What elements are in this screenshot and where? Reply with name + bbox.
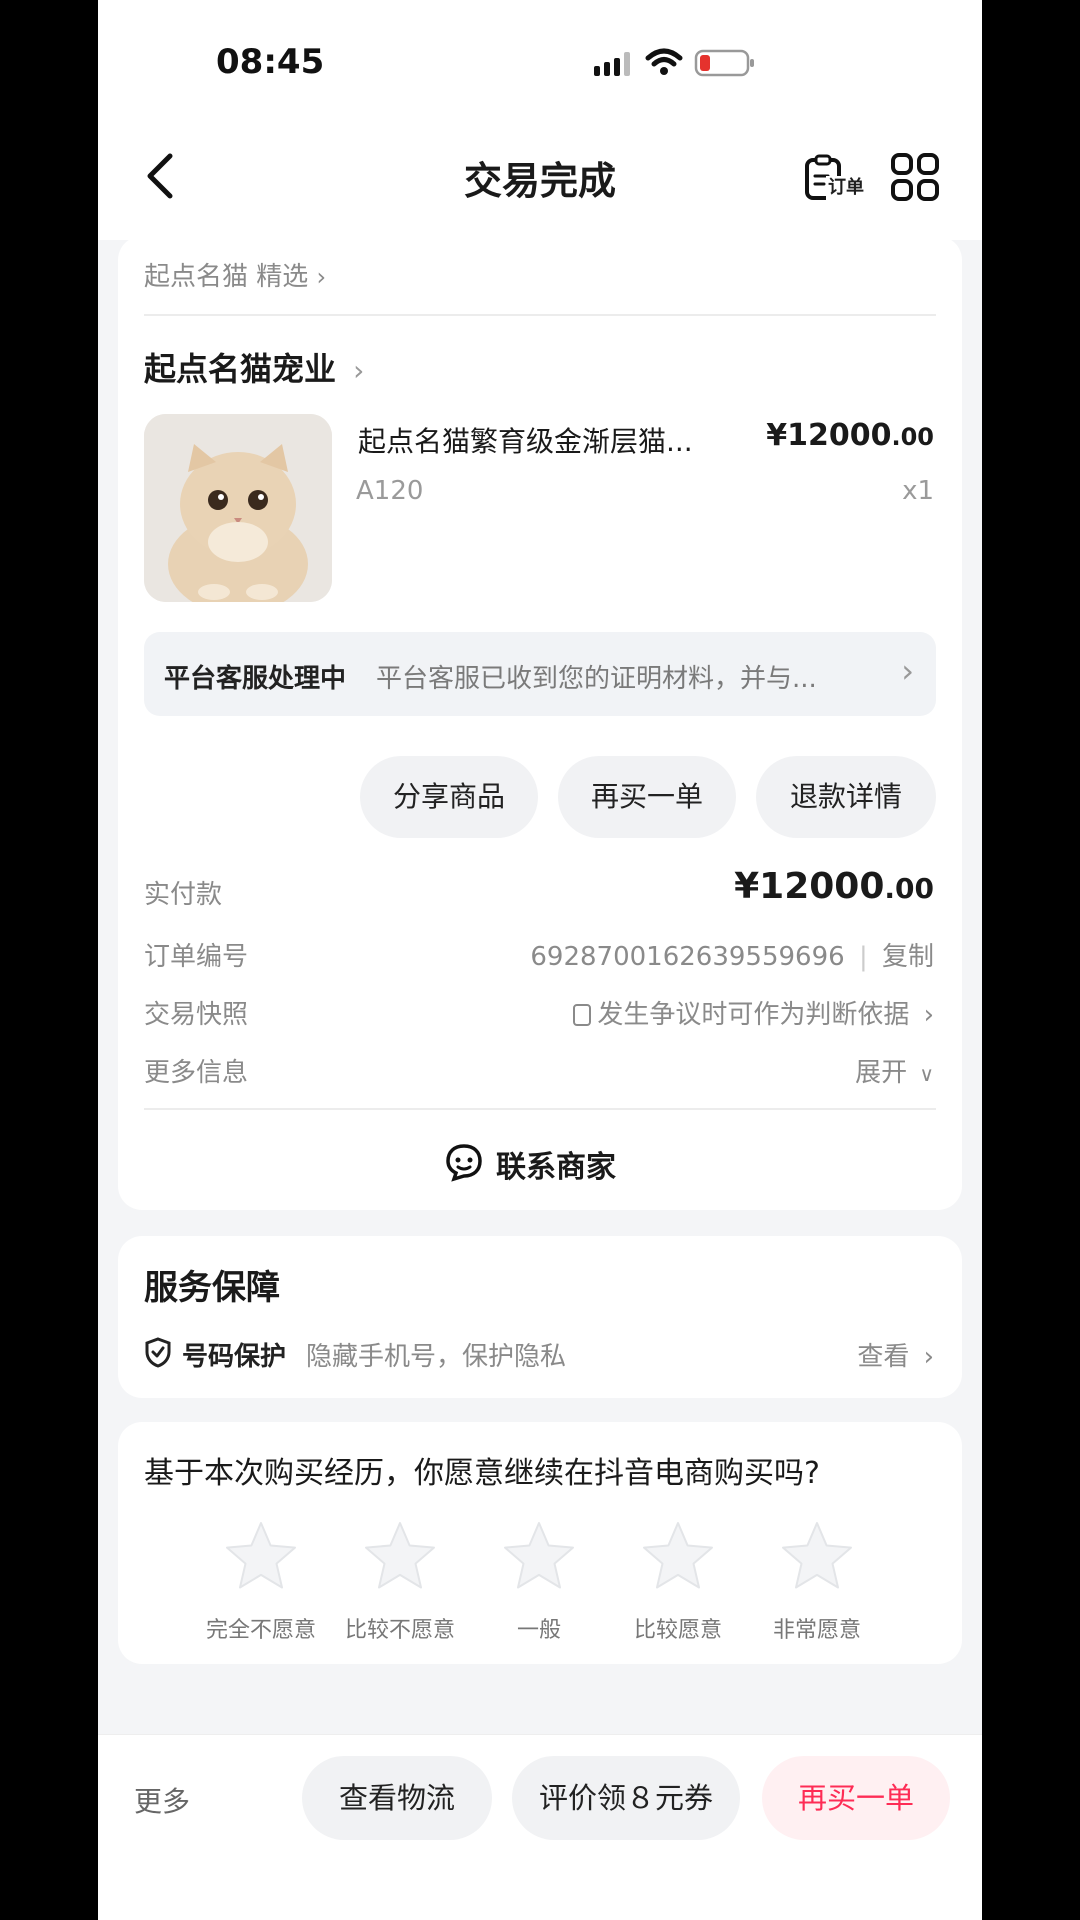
paid-amount-decimal: .00 xyxy=(884,872,934,905)
product-qty: x1 xyxy=(902,476,934,506)
rating-star-3[interactable] xyxy=(500,1518,578,1600)
service-view-label: 查看 xyxy=(857,1342,910,1372)
order-no: 6928700162639559696 xyxy=(530,942,845,972)
grid-icon xyxy=(891,153,939,201)
service-item-desc: 隐藏手机号，保护隐私 xyxy=(306,1342,567,1372)
divider xyxy=(144,314,936,316)
star-icon xyxy=(365,1522,435,1589)
paid-amount-main: ¥12000 xyxy=(734,866,885,907)
chevron-down-icon: ∨ xyxy=(919,1062,934,1086)
expand-label: 展开 xyxy=(855,1058,908,1088)
snapshot-link[interactable]: 发生争议时可作为判断依据 › xyxy=(573,994,934,1031)
battery-icon xyxy=(694,48,758,82)
cat-photo xyxy=(144,414,332,602)
paid-label: 实付款 xyxy=(144,880,223,910)
status-time: 08:45 xyxy=(216,42,325,82)
product-sku-text: A120 xyxy=(356,476,424,506)
separator: | xyxy=(858,942,868,972)
more-info-label: 更多信息 xyxy=(144,1058,249,1088)
expand-button[interactable]: 展开 ∨ xyxy=(855,1052,934,1089)
product-sku: A120 xyxy=(356,476,423,506)
star-icon xyxy=(643,1522,713,1589)
order-button[interactable]: 订单 xyxy=(804,154,868,204)
signal-icon xyxy=(592,48,638,82)
order-icon-label: 订单 xyxy=(826,176,866,200)
order-no-row: 6928700162639559696 | 复制 xyxy=(530,936,934,973)
rating-star-5[interactable] xyxy=(778,1518,856,1600)
star-icon xyxy=(226,1522,296,1589)
order-no-label: 订单编号 xyxy=(144,942,249,972)
snapshot-value: 发生争议时可作为判断依据 xyxy=(597,1000,910,1030)
document-icon xyxy=(573,1004,592,1026)
wifi-icon xyxy=(644,46,684,82)
rating-label-1: 完全不愿意 xyxy=(205,1618,316,1643)
service-notice[interactable]: 平台客服处理中 平台客服已收到您的证明材料，并与... › xyxy=(144,632,936,716)
buy-again-bottom-button[interactable]: 再买一单 xyxy=(762,1756,950,1840)
share-product-button[interactable]: 分享商品 xyxy=(360,756,538,838)
product-image[interactable] xyxy=(144,414,332,602)
breadcrumb-text: 起点名猫 精选 xyxy=(144,262,309,292)
service-item-title: 号码保护 xyxy=(182,1342,287,1372)
shop-name: 起点名猫宠业 xyxy=(144,350,337,388)
contact-seller-label: 联系商家 xyxy=(496,1150,616,1185)
divider xyxy=(144,1108,936,1110)
chevron-right-icon: › xyxy=(353,354,365,387)
refund-detail-button[interactable]: 退款详情 xyxy=(756,756,936,838)
chevron-right-icon: › xyxy=(901,652,914,690)
notice-text: 平台客服已收到您的证明材料，并与... xyxy=(376,664,817,694)
service-title: 服务保障 xyxy=(144,1268,280,1308)
star-icon xyxy=(782,1522,852,1589)
product-price-main: ¥12000 xyxy=(766,418,892,453)
chat-icon xyxy=(444,1142,484,1186)
paid-amount: ¥12000.00 xyxy=(734,866,934,907)
product-price-decimal: .00 xyxy=(891,423,934,451)
rating-star-1[interactable] xyxy=(222,1518,300,1600)
survey-question: 基于本次购买经历，你愿意继续在抖音电商购买吗? xyxy=(144,1456,820,1491)
snapshot-label: 交易快照 xyxy=(144,1000,249,1030)
chevron-right-icon: › xyxy=(923,1000,934,1030)
chevron-right-icon: › xyxy=(316,263,327,291)
view-logistics-button[interactable]: 查看物流 xyxy=(302,1756,492,1840)
more-button[interactable]: 更多 xyxy=(134,1780,190,1820)
star-icon xyxy=(504,1522,574,1589)
contact-seller-button[interactable]: 联系商家 xyxy=(118,1114,962,1204)
shop-name-link[interactable]: 起点名猫宠业 › xyxy=(144,344,364,390)
product-name[interactable]: 起点名猫繁育级金渐层猫... xyxy=(358,420,748,460)
buy-again-button[interactable]: 再买一单 xyxy=(558,756,736,838)
breadcrumb[interactable]: 起点名猫 精选 › xyxy=(144,256,326,293)
shield-icon xyxy=(144,1336,172,1372)
chevron-right-icon: › xyxy=(923,1342,934,1372)
rating-label-4: 比较愿意 xyxy=(633,1618,722,1643)
rating-label-3: 一般 xyxy=(516,1618,561,1643)
notice-title: 平台客服处理中 xyxy=(164,664,347,694)
rating-star-4[interactable] xyxy=(639,1518,717,1600)
service-view-button[interactable]: 查看 › xyxy=(857,1336,934,1373)
rating-label-2: 比较不愿意 xyxy=(344,1618,455,1643)
copy-button[interactable]: 复制 xyxy=(882,942,934,972)
rating-star-2[interactable] xyxy=(361,1518,439,1600)
review-coupon-button[interactable]: 评价领８元券 xyxy=(512,1756,740,1840)
more-grid-button[interactable] xyxy=(890,152,940,206)
product-price: ¥12000.00 xyxy=(766,418,934,453)
rating-label-5: 非常愿意 xyxy=(772,1618,861,1643)
phone-screen: 08:45 交易完成 订单 起点名猫 精选 › 起点名猫宠业 › 起点名猫繁育级… xyxy=(98,0,982,1920)
